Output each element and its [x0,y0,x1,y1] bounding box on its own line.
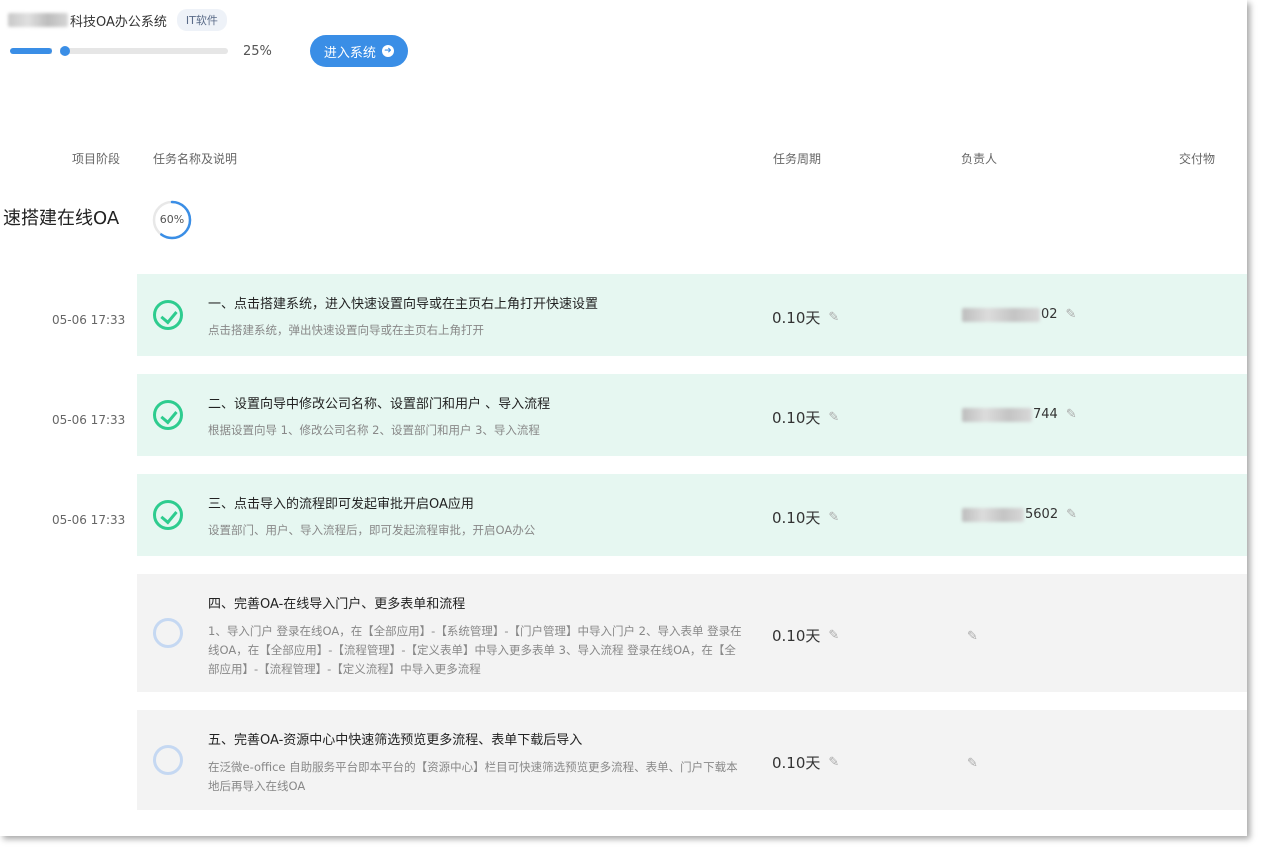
pencil-icon[interactable]: ✎ [828,510,839,525]
task-period-value: 0.10天 [772,754,821,772]
owner-suffix: 744 [1033,407,1058,422]
task-title: 二、设置向导中修改公司名称、设置部门和用户 、导入流程 [208,397,551,412]
task-description: 1、导入门户 登录在线OA，在【全部应用】-【系统管理】-【门户管理】中导入门户… [208,624,742,676]
empty-circle-icon[interactable] [153,618,183,648]
task-period: 0.10天 ✎ [772,307,839,328]
task-date: 05-06 17:33 [52,513,126,527]
redacted-company-name [8,13,68,27]
task-period-value: 0.10天 [772,409,821,427]
task-title: 三、点击导入的流程即可发起审批开启OA应用 [208,497,474,512]
task-title: 五、完善OA-资源中心中快速筛选预览更多流程、表单下载后导入 [208,733,583,748]
task-owner: 744 ✎ [962,407,1077,422]
task-period: 0.10天 ✎ [772,507,839,528]
pencil-icon[interactable]: ✎ [1066,507,1077,522]
column-header-stage: 项目阶段 [72,152,121,166]
project-header: 科技OA办公系统 IT软件 [0,8,227,32]
task-period-value: 0.10天 [772,509,821,527]
task-period: 0.10天 ✎ [772,625,839,646]
column-header-deliverable: 交付物 [1179,152,1216,166]
pencil-icon[interactable]: ✎ [967,756,978,771]
empty-circle-icon[interactable] [153,745,183,775]
progress-percent: 25% [243,43,272,59]
check-circle-icon[interactable] [153,500,183,530]
enter-system-button[interactable]: 进入系统 ➜ [309,35,408,67]
task-period-value: 0.10天 [772,309,821,327]
task-row[interactable]: 三、点击导入的流程即可发起审批开启OA应用 设置部门、用户、导入流程后，即可发起… [137,474,1247,556]
column-header-owner: 负责人 [961,152,998,166]
task-period: 0.10天 ✎ [772,752,839,773]
task-date: 05-06 17:33 [52,313,126,327]
task-period-value: 0.10天 [772,627,821,645]
pencil-icon[interactable]: ✎ [967,629,978,644]
task-description: 设置部门、用户、导入流程后，即可发起流程审批，开启OA办公 [208,523,536,537]
stage-progress-label: 60% [159,213,185,226]
redacted-owner [962,407,1032,422]
redacted-owner [962,307,1040,322]
progress-bar-fill [10,48,52,54]
progress-dot [60,46,70,56]
pencil-icon[interactable]: ✎ [1066,307,1077,322]
task-owner: ✎ [967,752,978,771]
task-date: 05-06 17:33 [52,413,126,427]
task-row[interactable]: 二、设置向导中修改公司名称、设置部门和用户 、导入流程 根据设置向导 1、修改公… [137,374,1247,456]
project-name: 科技OA办公系统 [70,14,167,30]
task-description: 根据设置向导 1、修改公司名称 2、设置部门和用户 3、导入流程 [208,423,540,437]
pencil-icon[interactable]: ✎ [828,628,839,643]
redacted-owner [962,507,1024,522]
progress-gap [52,48,60,54]
task-period: 0.10天 ✎ [772,407,839,428]
progress-bar [10,46,228,56]
check-circle-icon[interactable] [153,400,183,430]
owner-suffix: 5602 [1025,507,1059,522]
task-row[interactable]: 五、完善OA-资源中心中快速筛选预览更多流程、表单下载后导入 在泛微e-offi… [137,710,1247,810]
owner-suffix: 02 [1041,307,1058,322]
overall-progress: 25% 进入系统 ➜ [10,35,408,67]
task-description: 在泛微e-office 自助服务平台即本平台的【资源中心】栏目可快速筛选预览更多… [208,760,738,793]
task-owner: ✎ [967,625,978,644]
task-description: 点击搭建系统，弹出快速设置向导或在主页右上角打开 [208,323,484,337]
task-row[interactable]: 一、点击搭建系统，进入快速设置向导或在主页右上角打开快速设置 点击搭建系统，弹出… [137,274,1247,356]
check-circle-icon[interactable] [153,300,183,330]
stage-title: 速搭建在线OA [3,208,120,229]
arrow-right-circle-icon: ➜ [381,45,394,57]
pencil-icon[interactable]: ✎ [828,410,839,425]
industry-tag: IT软件 [176,9,227,31]
task-owner: 5602 ✎ [962,507,1077,522]
task-title: 一、点击搭建系统，进入快速设置向导或在主页右上角打开快速设置 [208,297,599,312]
task-owner: 02 ✎ [962,307,1076,322]
column-header-task: 任务名称及说明 [153,152,238,166]
pencil-icon[interactable]: ✎ [828,310,839,325]
pencil-icon[interactable]: ✎ [1066,407,1077,422]
task-row[interactable]: 四、完善OA-在线导入门户、更多表单和流程 1、导入门户 登录在线OA，在【全部… [137,574,1247,692]
app-frame: 科技OA办公系统 IT软件 25% 进入系统 ➜ 项目阶段 任务名称及说明 任务… [0,0,1247,836]
enter-system-label: 进入系统 [323,45,376,61]
column-header-period: 任务周期 [773,152,822,166]
task-title: 四、完善OA-在线导入门户、更多表单和流程 [208,597,466,612]
pencil-icon[interactable]: ✎ [828,755,839,770]
